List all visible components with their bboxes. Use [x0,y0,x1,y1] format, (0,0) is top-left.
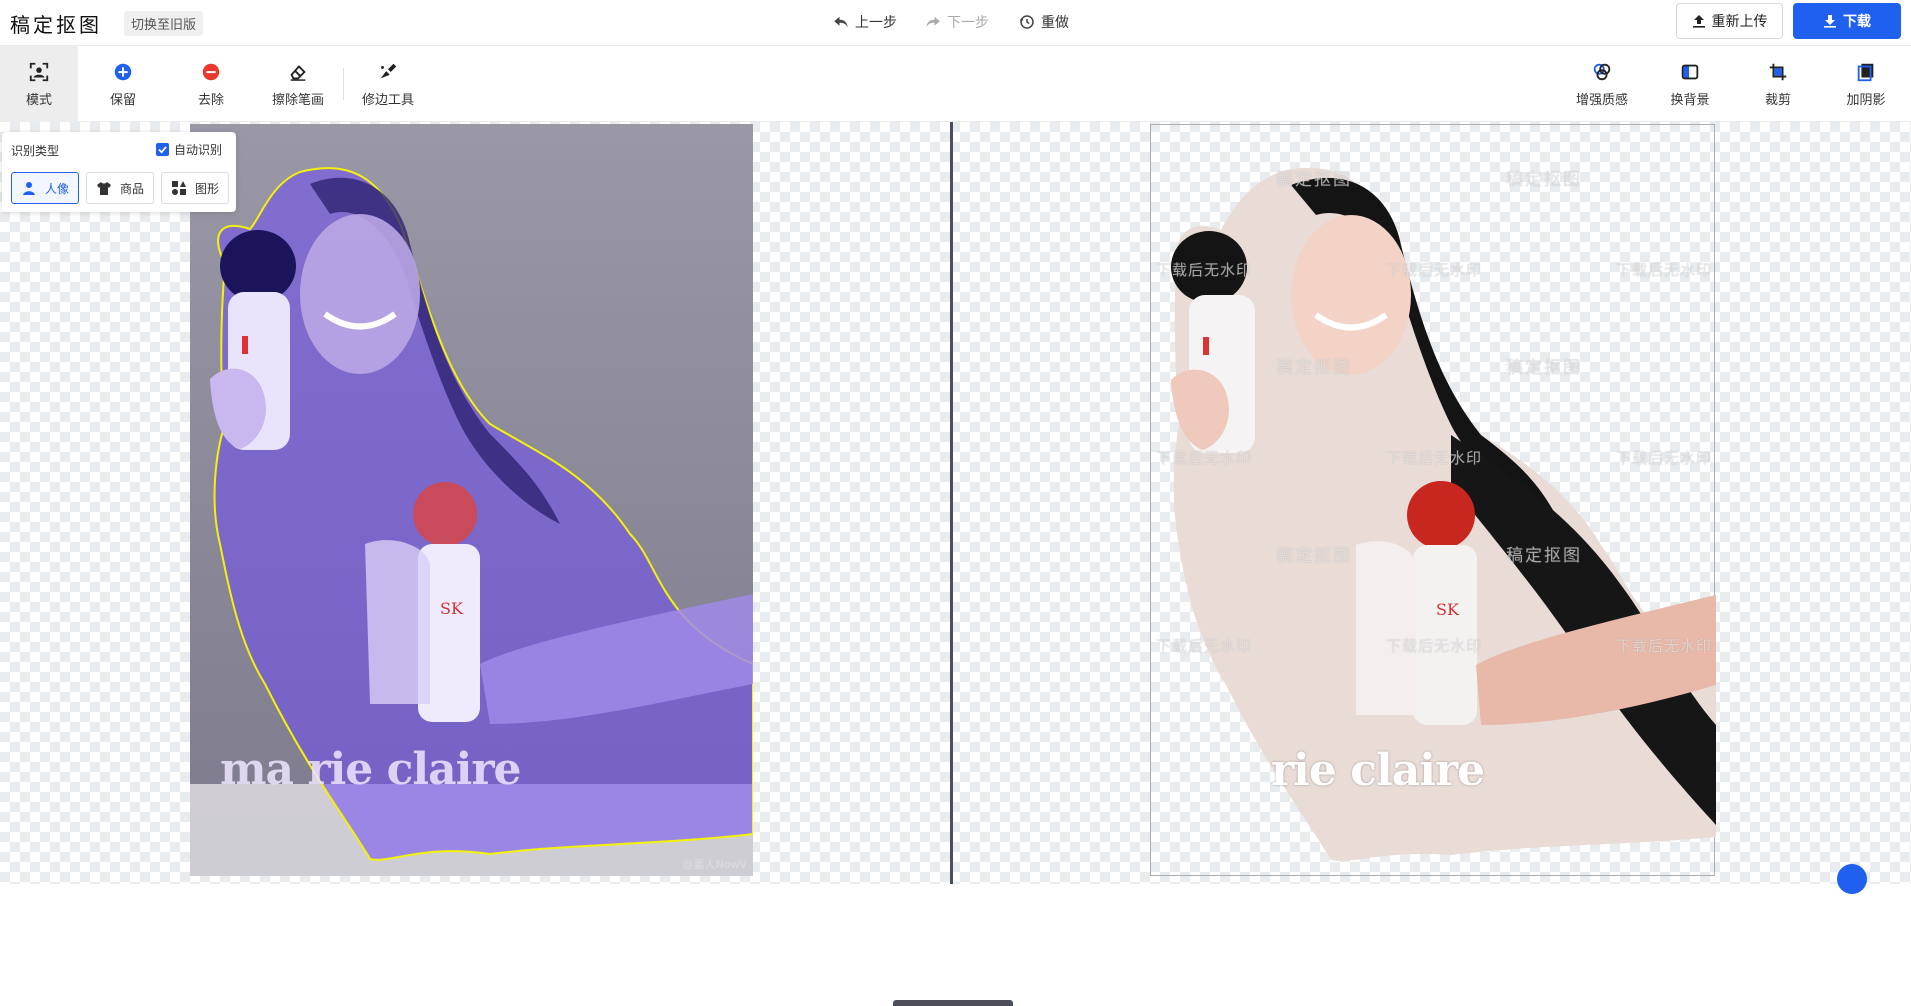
watermark-logo: 稿定抠图 [1506,170,1582,190]
left-photo-credit: @嘉人NowV [682,858,747,871]
toolbar-separator [343,68,344,100]
crop-icon [1769,63,1787,80]
toolbar: 模式 保留 去除 擦除笔画 修边工具 增强质感 换背景 裁剪 加阴影 [0,46,1911,122]
watermark-note: 下载后无水印 [1386,637,1483,655]
watermark-note: 下载后无水印 [1616,261,1713,279]
divider-drag-handle[interactable] [893,1000,1013,1006]
top-bar: 稿定抠图 切换至旧版 上一步 下一步 重做 重新上传 下载 [0,0,1911,46]
edge-tool-label: 修边工具 [361,92,414,108]
shadow-icon [1857,63,1874,81]
svg-text:SK: SK [1436,600,1460,619]
change-background-tool[interactable]: 换背景 [1651,46,1729,122]
auto-recognize-checkbox[interactable]: 自动识别 [156,141,222,158]
watermark-note: 下载后无水印 [1156,449,1253,467]
mode-label: 模式 [25,92,52,108]
crop-tool[interactable]: 裁剪 [1739,46,1817,122]
portrait-scan-icon [29,62,49,81]
type-graphic-button[interactable]: 图形 [161,172,229,204]
enhance-label: 增强质感 [1575,92,1628,108]
type-graphic-label: 图形 [194,181,219,196]
auto-recognize-label: 自动识别 [174,143,223,157]
type-portrait-label: 人像 [44,181,69,196]
enhance-tool[interactable]: 增强质感 [1563,46,1641,122]
editing-canvas[interactable]: SK ma rie claire @嘉人NowV SK rie claire 稿… [0,122,1911,1006]
change-bg-label: 换背景 [1670,92,1710,108]
minus-circle-icon [202,63,220,80]
upload-icon [1692,15,1705,28]
plus-circle-icon [114,63,132,80]
cutout-result[interactable]: SK rie claire 稿定抠图 稿定抠图 下载后无水印 下载后无水印 下载… [1150,124,1716,876]
erase-label: 擦除笔画 [271,92,324,108]
mode-tool[interactable]: 模式 [0,46,78,122]
shadow-label: 加阴影 [1846,92,1886,108]
watermark-logo: 稿定抠图 [1276,358,1352,378]
crop-label: 裁剪 [1764,92,1791,108]
watermark-logo: 稿定抠图 [1276,546,1352,566]
download-icon [1824,15,1836,28]
person-icon [22,182,35,195]
original-image[interactable]: SK ma rie claire @嘉人NowV [190,124,753,876]
recognition-title: 识别类型 [11,144,60,158]
type-product-label: 商品 [119,181,144,196]
reupload-label: 重新上传 [1711,14,1768,30]
type-portrait-button[interactable]: 人像 [11,172,79,204]
type-product-button[interactable]: 商品 [86,172,154,204]
enhance-icon [1593,63,1611,80]
watermark-note: 下载后无水印 [1616,449,1713,467]
redo-button[interactable]: 下一步 [924,12,989,32]
reset-label: 重做 [1041,15,1069,31]
switch-old-version-button[interactable]: 切换至旧版 [124,11,204,36]
watermark-logo: 稿定抠图 [1506,546,1582,566]
edge-tool[interactable]: 修边工具 [349,46,427,122]
watermark-note: 下载后无水印 [1616,637,1713,655]
watermark-note: 下载后无水印 [1386,261,1483,279]
background-icon [1681,64,1699,79]
right-brand-text: rie claire [1271,745,1485,796]
redo-label: 下一步 [947,15,989,31]
watermark-logo: 稿定抠图 [1276,170,1352,190]
shapes-icon [171,181,186,195]
recognition-type-panel: 识别类型 自动识别 人像 商品 图形 [2,132,236,212]
keep-tool[interactable]: 保留 [84,46,162,122]
history-icon [1019,15,1034,29]
left-brand-text: ma rie claire [220,744,521,795]
add-shadow-tool[interactable]: 加阴影 [1827,46,1905,122]
redo-icon [926,16,940,28]
eraser-icon [290,64,306,81]
edge-brush-icon [380,63,397,78]
download-label: 下载 [1843,14,1871,30]
reupload-button[interactable]: 重新上传 [1676,3,1783,39]
compare-divider[interactable] [950,122,953,884]
remove-label: 去除 [197,92,224,108]
watermark-note: 下载后无水印 [1386,449,1483,467]
app-title: 稿定抠图 [10,13,102,37]
checkbox-checked-icon [156,143,169,156]
undo-icon [834,16,848,28]
undo-button[interactable]: 上一步 [832,12,897,32]
watermark-note: 下载后无水印 [1156,637,1253,655]
reset-button[interactable]: 重做 [1018,12,1069,32]
watermark-logo: 稿定抠图 [1506,358,1582,378]
help-float-button[interactable] [1837,864,1867,894]
svg-text:SK: SK [440,599,464,618]
download-button[interactable]: 下载 [1793,3,1901,39]
keep-label: 保留 [109,92,136,108]
erase-tool[interactable]: 擦除笔画 [259,46,337,122]
undo-label: 上一步 [855,15,897,31]
remove-tool[interactable]: 去除 [172,46,250,122]
tshirt-icon [96,182,111,195]
watermark-note: 下载后无水印 [1156,261,1253,279]
